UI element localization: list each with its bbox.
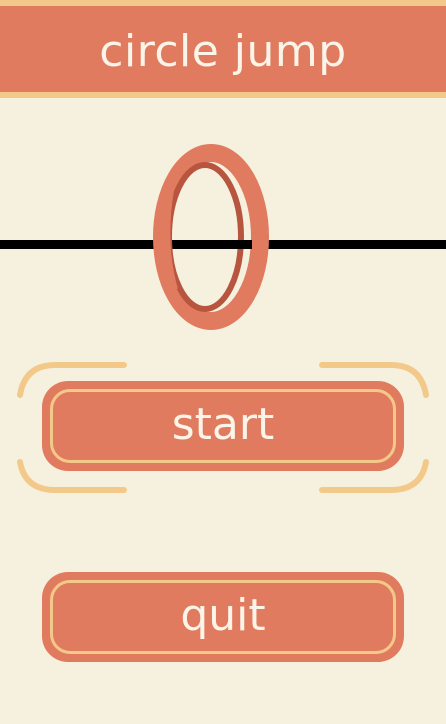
horizon-line <box>0 240 446 249</box>
game-title: circle jump <box>99 26 347 77</box>
quit-button-label: quit <box>180 590 266 641</box>
title-bar: circle jump <box>0 0 446 98</box>
start-button-label: start <box>171 399 275 450</box>
start-button[interactable]: start <box>42 381 404 471</box>
quit-button[interactable]: quit <box>42 572 404 662</box>
